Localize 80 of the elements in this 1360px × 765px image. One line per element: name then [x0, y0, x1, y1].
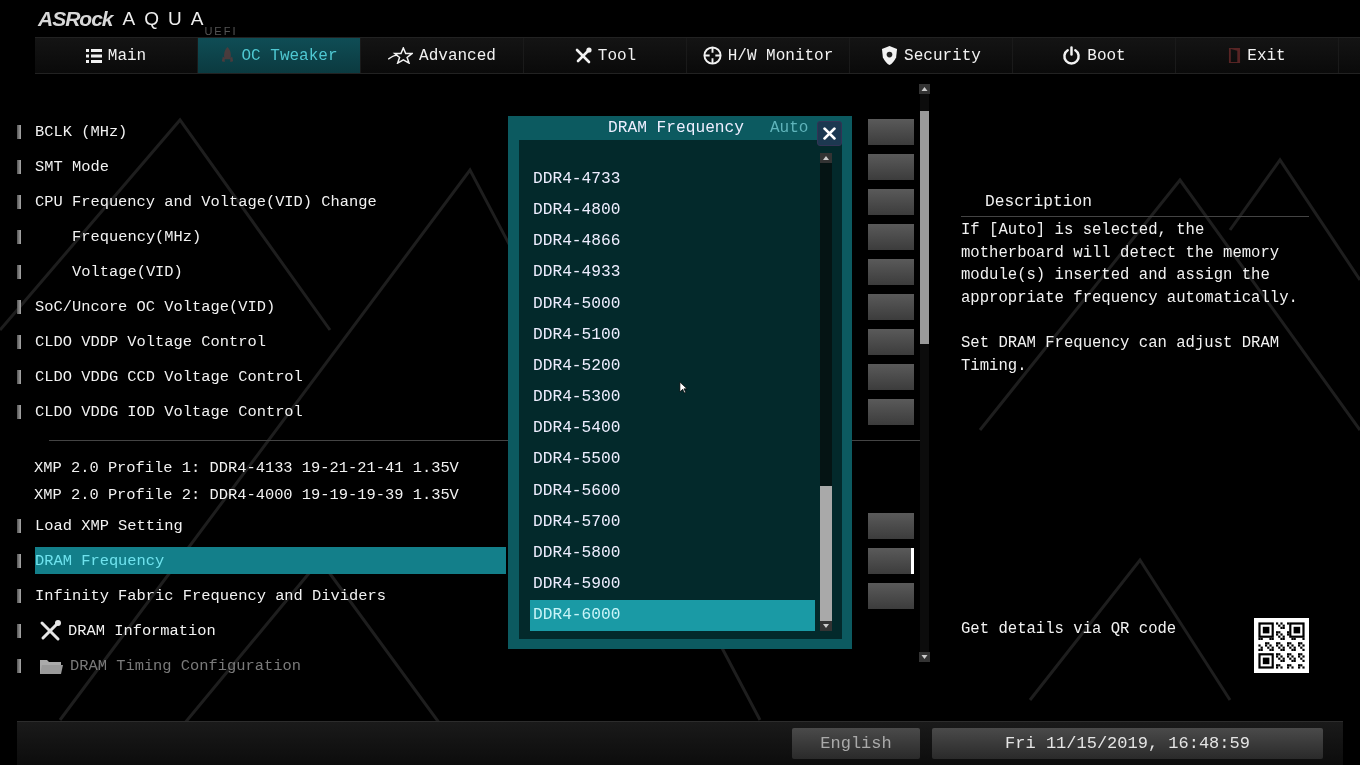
setting-item[interactable]: SoC/Uncore OC Voltage(VID) [35, 293, 506, 320]
menu-tab[interactable]: OC Tweaker [198, 38, 361, 73]
setting-item[interactable]: BCLK (MHz) [35, 118, 506, 145]
bullet-marker [17, 553, 21, 568]
bullet-marker [17, 369, 21, 384]
frequency-option[interactable]: DDR4-5900 [530, 568, 815, 600]
frequency-option[interactable]: DDR4-4933 [530, 256, 815, 288]
frequency-option[interactable]: DDR4-5700 [530, 506, 815, 538]
scrollbar[interactable] [919, 84, 930, 662]
scroll-down-icon [919, 652, 930, 662]
star-icon [388, 47, 414, 64]
profile-info: XMP 2.0 Profile 2: DDR4-4000 19-19-19-39 1.35V [34, 484, 459, 506]
profile-info: XMP 2.0 Profile 1: DDR4-4133 19-21-21-41 1.35V [34, 457, 459, 479]
menu-tab[interactable]: H/W Monitor [687, 38, 850, 73]
description-text: Set DRAM Frequency can adjust DRAM Timing. [961, 332, 1281, 377]
bullet-marker [17, 404, 21, 419]
bullet-marker [17, 518, 21, 533]
frequency-option[interactable]: DDR4-5100 [530, 319, 815, 351]
frequency-option[interactable]: DDR4-4800 [530, 194, 815, 226]
frequency-option[interactable]: DDR4-5800 [530, 537, 815, 569]
frequency-option[interactable]: DDR4-5300 [530, 381, 815, 413]
dialog-title: DRAM Frequency [608, 119, 744, 138]
bullet-marker [17, 623, 21, 638]
list-icon [85, 47, 102, 64]
bullet-marker [17, 264, 21, 279]
scroll-up-icon [820, 153, 832, 164]
setting-item[interactable]: CLDO VDDP Voltage Control [35, 328, 506, 355]
setting-item[interactable]: SMT Mode [35, 153, 506, 180]
bullet-marker [17, 229, 21, 244]
frequency-option[interactable]: DDR4-5500 [530, 443, 815, 476]
bullet-marker [17, 658, 21, 673]
rocket-icon [220, 47, 236, 64]
bullet-marker [17, 299, 21, 314]
qr-caption: Get details via QR code [961, 619, 1177, 640]
crosshair-icon [702, 46, 722, 65]
product-name: AQUA [122, 9, 213, 28]
bullet-marker [17, 334, 21, 349]
setting-item[interactable]: CLDO VDDG CCD Voltage Control [35, 363, 506, 390]
scroll-up-icon [919, 84, 930, 94]
setting-item[interactable]: CPU Frequency and Voltage(VID) Change [35, 188, 506, 215]
door-icon [1228, 47, 1242, 64]
close-button[interactable] [817, 121, 842, 146]
bullet-marker [17, 124, 21, 139]
description-title: Description [984, 192, 1093, 213]
language-button[interactable]: English [792, 728, 920, 759]
setting-item[interactable]: Frequency(MHz) [35, 223, 506, 250]
menu-tab[interactable]: Advanced [361, 38, 524, 73]
close-icon [823, 127, 836, 140]
power-icon [1062, 46, 1082, 65]
menu-tab[interactable]: Boot [1013, 38, 1176, 73]
frequency-option[interactable]: DDR4-5200 [530, 350, 815, 382]
menu-tab[interactable]: Exit [1176, 38, 1339, 73]
frequency-option[interactable]: DDR4-5600 [530, 475, 815, 507]
bullet-marker [17, 588, 21, 603]
current-value: Auto [770, 119, 809, 138]
tools-icon [38, 619, 62, 642]
bullet-marker [17, 194, 21, 209]
menu-tab[interactable]: Tool [524, 38, 687, 73]
tools-icon [573, 46, 592, 65]
frequency-option[interactable]: DDR4-4866 [530, 225, 815, 257]
frequency-option[interactable]: DDR4-4733 [530, 163, 815, 195]
qr-code-icon [1254, 618, 1309, 673]
menu-tab[interactable]: Security [850, 38, 1013, 73]
frequency-option[interactable]: DDR4-5000 [530, 287, 815, 320]
setting-item[interactable]: Infinity Fabric Frequency and Dividers [35, 582, 506, 609]
date-time: Fri 11/15/2019, 16:48:59 [932, 728, 1323, 759]
setting-item[interactable]: Load XMP Setting [35, 512, 506, 539]
setting-item[interactable]: CLDO VDDG IOD Voltage Control [35, 398, 506, 425]
scroll-down-icon [820, 621, 832, 631]
value-box[interactable] [868, 547, 914, 574]
product-suffix: UEFI [204, 26, 238, 37]
bullet-marker [17, 159, 21, 174]
frequency-option[interactable]: DDR4-5400 [530, 412, 815, 444]
list-scrollbar[interactable] [820, 153, 832, 631]
description-text: If [Auto] is selected, the motherboard will detect the memory module(s) inserted and assign the appropriate frequency automatically. [961, 220, 1299, 310]
brand-logo: ASRock [38, 8, 113, 29]
shield-icon [881, 46, 899, 65]
setting-item[interactable]: DRAM Information [35, 617, 506, 644]
mouse-pointer-icon [679, 381, 688, 394]
setting-item[interactable]: Voltage(VID) [35, 258, 506, 285]
